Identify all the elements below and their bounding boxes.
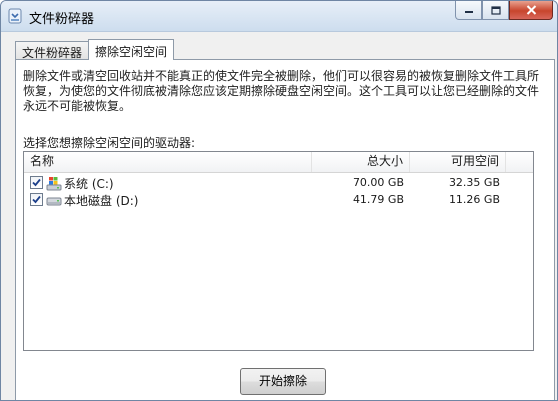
window-controls <box>455 1 553 21</box>
app-window: 文件粉碎器 文件粉碎器 擦除空闲空间 删除文件或清空回收站并不能真正的使文件完全… <box>0 0 558 401</box>
drive-d-total-size: 41.79 GB <box>352 193 404 206</box>
drive-c-free-space: 32.35 GB <box>448 176 500 189</box>
title-bar[interactable]: 文件粉碎器 <box>1 1 557 32</box>
tab-strip: 文件粉碎器 擦除空闲空间 <box>15 39 175 60</box>
drive-c-checkbox[interactable] <box>30 176 43 189</box>
drive-d-name: 本地磁盘 (D:) <box>64 194 139 208</box>
window-title: 文件粉碎器 <box>29 12 95 27</box>
drive-row-d[interactable]: 本地磁盘 (D:) 41.79 GB 11.26 GB <box>24 191 533 209</box>
shredder-app-icon <box>8 8 22 24</box>
checkmark-icon <box>32 178 41 187</box>
checkmark-icon <box>32 195 41 204</box>
drive-select-label: 选择您想擦除空闲空间的驱动器: <box>23 136 196 150</box>
tab-panel: 删除文件或清空回收站并不能真正的使文件完全被删除，他们可以很容易的被恢复删除文件… <box>15 59 555 400</box>
drive-row-c[interactable]: 系统 (C:) 70.00 GB 32.35 GB <box>24 174 533 192</box>
minimize-icon <box>464 11 473 13</box>
description-text: 删除文件或清空回收站并不能真正的使文件完全被删除，他们可以很容易的被恢复删除文件… <box>23 69 540 113</box>
maximize-button[interactable] <box>482 1 509 20</box>
list-header: 名称 总大小 可用空间 <box>24 152 533 173</box>
tab-file-shredder[interactable]: 文件粉碎器 <box>15 41 90 60</box>
drive-c-name: 系统 (C:) <box>64 177 114 191</box>
hard-drive-icon <box>46 197 62 206</box>
drive-d-free-space: 11.26 GB <box>448 193 500 206</box>
close-icon <box>526 5 536 15</box>
start-wipe-button[interactable]: 开始擦除 <box>240 368 326 395</box>
drive-d-checkbox[interactable] <box>30 193 43 206</box>
column-header-name[interactable]: 名称 <box>24 152 312 172</box>
drive-list[interactable]: 名称 总大小 可用空间 系统 (C:) 70.00 GB 32.35 GB 本地… <box>23 151 534 351</box>
column-header-total-size[interactable]: 总大小 <box>312 152 410 172</box>
column-header-free-space[interactable]: 可用空间 <box>410 152 506 172</box>
close-button[interactable] <box>509 1 553 20</box>
windows-drive-icon <box>46 177 62 191</box>
maximize-icon <box>490 5 501 15</box>
drive-c-total-size: 70.00 GB <box>352 176 404 189</box>
minimize-button[interactable] <box>455 1 482 20</box>
tab-wipe-free-space[interactable]: 擦除空闲空间 <box>88 39 175 60</box>
